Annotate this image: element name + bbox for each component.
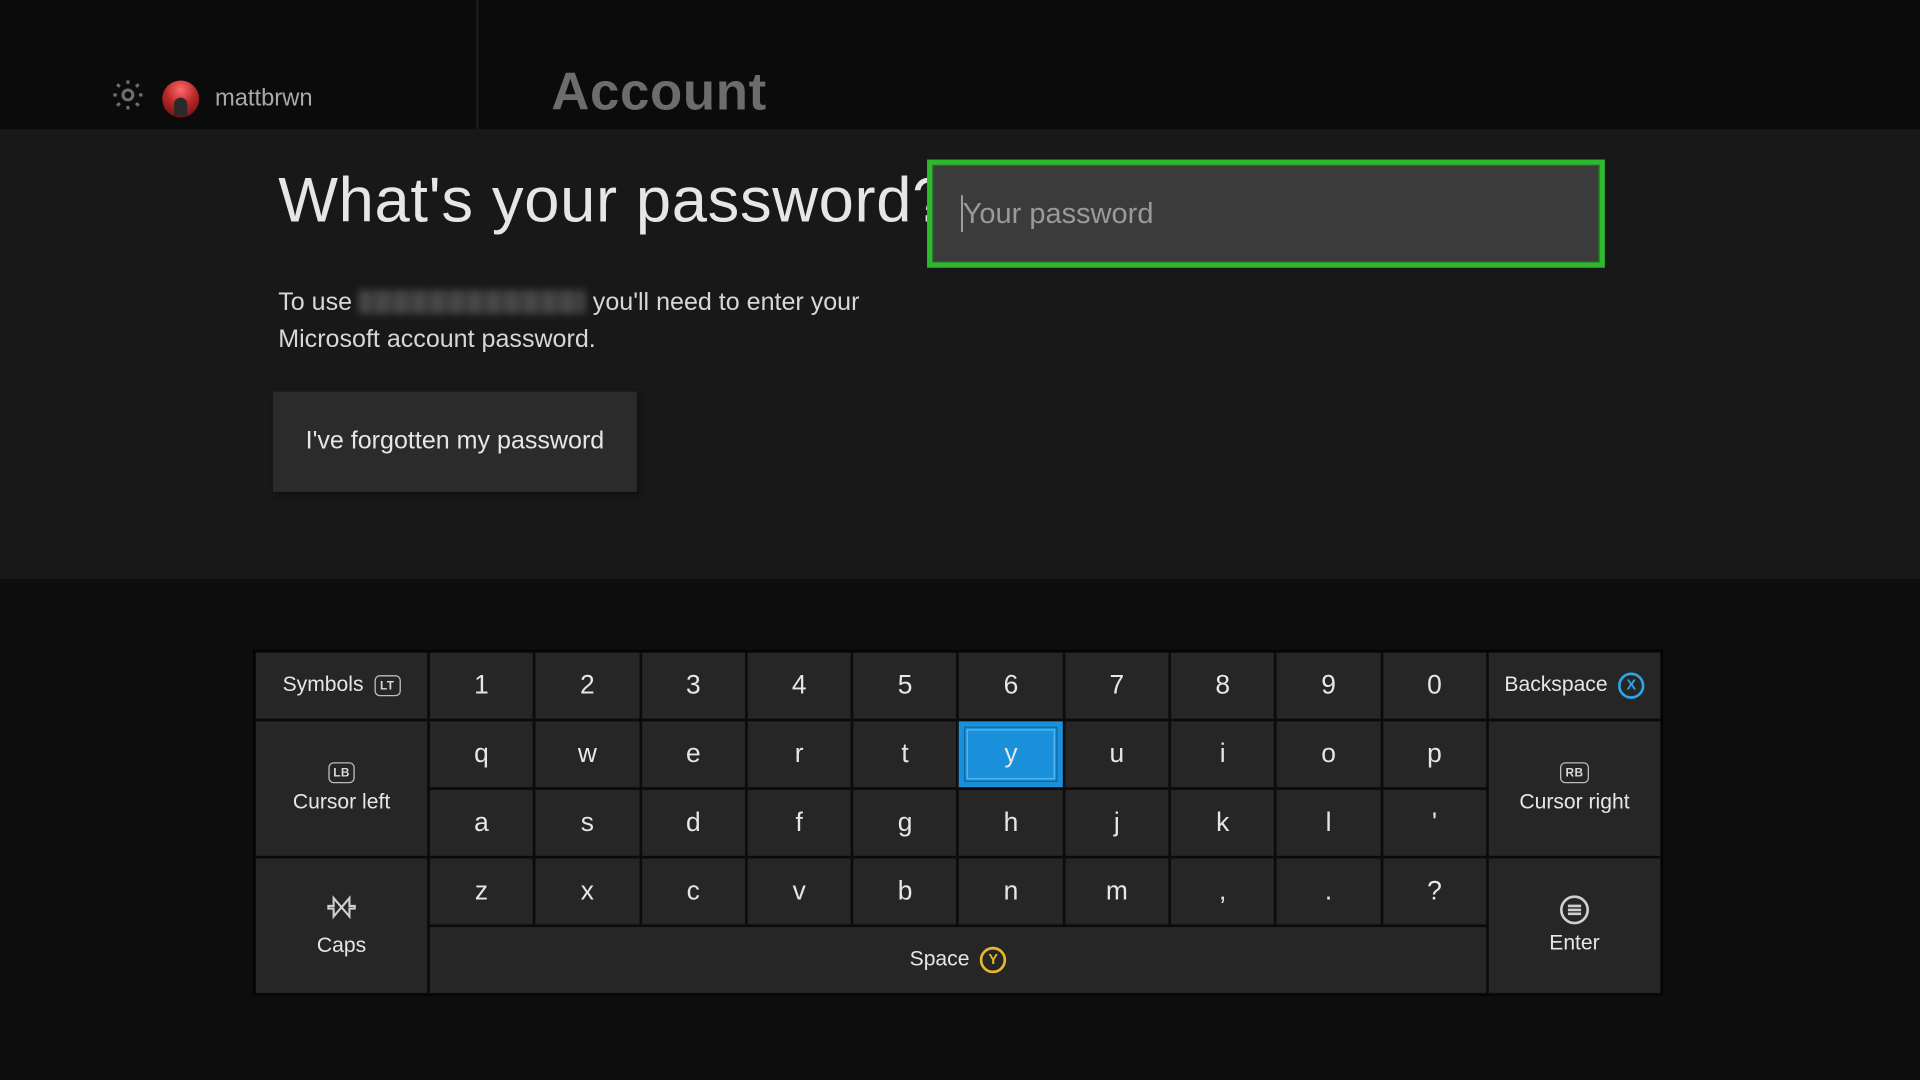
top-bar: mattbrwn Account: [0, 0, 1920, 129]
keyboard-zone: SymbolsLT1234567890BackspaceX LBCursor le…: [0, 579, 1920, 1080]
key-7[interactable]: 7: [1064, 651, 1170, 720]
key-?[interactable]: ?: [1382, 857, 1488, 926]
key-p[interactable]: p: [1382, 720, 1488, 789]
key-s[interactable]: s: [534, 789, 640, 858]
key-o[interactable]: o: [1276, 720, 1382, 789]
key-9[interactable]: 9: [1276, 651, 1382, 720]
key-0[interactable]: 0: [1382, 651, 1488, 720]
key-e[interactable]: e: [640, 720, 746, 789]
desc-pre: To use: [278, 289, 359, 317]
key-n[interactable]: n: [958, 857, 1064, 926]
key-r[interactable]: r: [746, 720, 852, 789]
key-m[interactable]: m: [1064, 857, 1170, 926]
avatar[interactable]: [162, 80, 199, 117]
key-x[interactable]: x: [534, 857, 640, 926]
enter-key[interactable]: Enter: [1487, 857, 1661, 994]
key-l[interactable]: l: [1276, 789, 1382, 858]
gear-icon[interactable]: [109, 76, 146, 120]
lb-icon: LB: [328, 762, 355, 783]
key-d[interactable]: d: [640, 789, 746, 858]
password-field-wrap[interactable]: [927, 160, 1605, 268]
key-c[interactable]: c: [640, 857, 746, 926]
key-4[interactable]: 4: [746, 651, 852, 720]
key-.[interactable]: .: [1276, 857, 1382, 926]
forgot-label: I've forgotten my password: [306, 427, 605, 456]
key-v[interactable]: v: [746, 857, 852, 926]
key-t[interactable]: t: [852, 720, 958, 789]
key-k[interactable]: k: [1170, 789, 1276, 858]
rb-icon: RB: [1560, 762, 1588, 783]
redacted-email: [359, 290, 586, 314]
key-2[interactable]: 2: [534, 651, 640, 720]
key-8[interactable]: 8: [1170, 651, 1276, 720]
content-panel: What's your password? To use you'll need…: [0, 129, 1920, 579]
key-h[interactable]: h: [958, 789, 1064, 858]
key-1[interactable]: 1: [429, 651, 535, 720]
username: mattbrwn: [215, 84, 313, 112]
key-f[interactable]: f: [746, 789, 852, 858]
key-a[interactable]: a: [429, 789, 535, 858]
menu-icon: [1560, 895, 1589, 924]
cursor-right-key[interactable]: RBCursor right: [1487, 720, 1661, 857]
space-key[interactable]: SpaceY: [429, 926, 1488, 995]
caps-key[interactable]: Caps: [255, 857, 429, 994]
divider: [476, 0, 479, 129]
key-u[interactable]: u: [1064, 720, 1170, 789]
key-g[interactable]: g: [852, 789, 958, 858]
cursor-left-key[interactable]: LBCursor left: [255, 720, 429, 857]
caps-icon: [324, 893, 358, 926]
key-w[interactable]: w: [534, 720, 640, 789]
key-,[interactable]: ,: [1170, 857, 1276, 926]
key-3[interactable]: 3: [640, 651, 746, 720]
heading: What's your password?: [278, 165, 948, 238]
key-b[interactable]: b: [852, 857, 958, 926]
backspace-key[interactable]: BackspaceX: [1487, 651, 1661, 720]
key-q[interactable]: q: [429, 720, 535, 789]
key-y[interactable]: y: [958, 720, 1064, 789]
page-title: Account: [551, 63, 767, 122]
key-6[interactable]: 6: [958, 651, 1064, 720]
on-screen-keyboard: SymbolsLT1234567890BackspaceX LBCursor le…: [253, 650, 1663, 995]
key-'[interactable]: ': [1382, 789, 1488, 858]
key-z[interactable]: z: [429, 857, 535, 926]
key-j[interactable]: j: [1064, 789, 1170, 858]
description: To use you'll need to enter your Microso…: [278, 285, 885, 359]
forgot-password-button[interactable]: I've forgotten my password: [273, 392, 637, 492]
key-i[interactable]: i: [1170, 720, 1276, 789]
password-input[interactable]: [963, 196, 1571, 230]
key-5[interactable]: 5: [852, 651, 958, 720]
symbols-key[interactable]: SymbolsLT: [255, 651, 429, 720]
